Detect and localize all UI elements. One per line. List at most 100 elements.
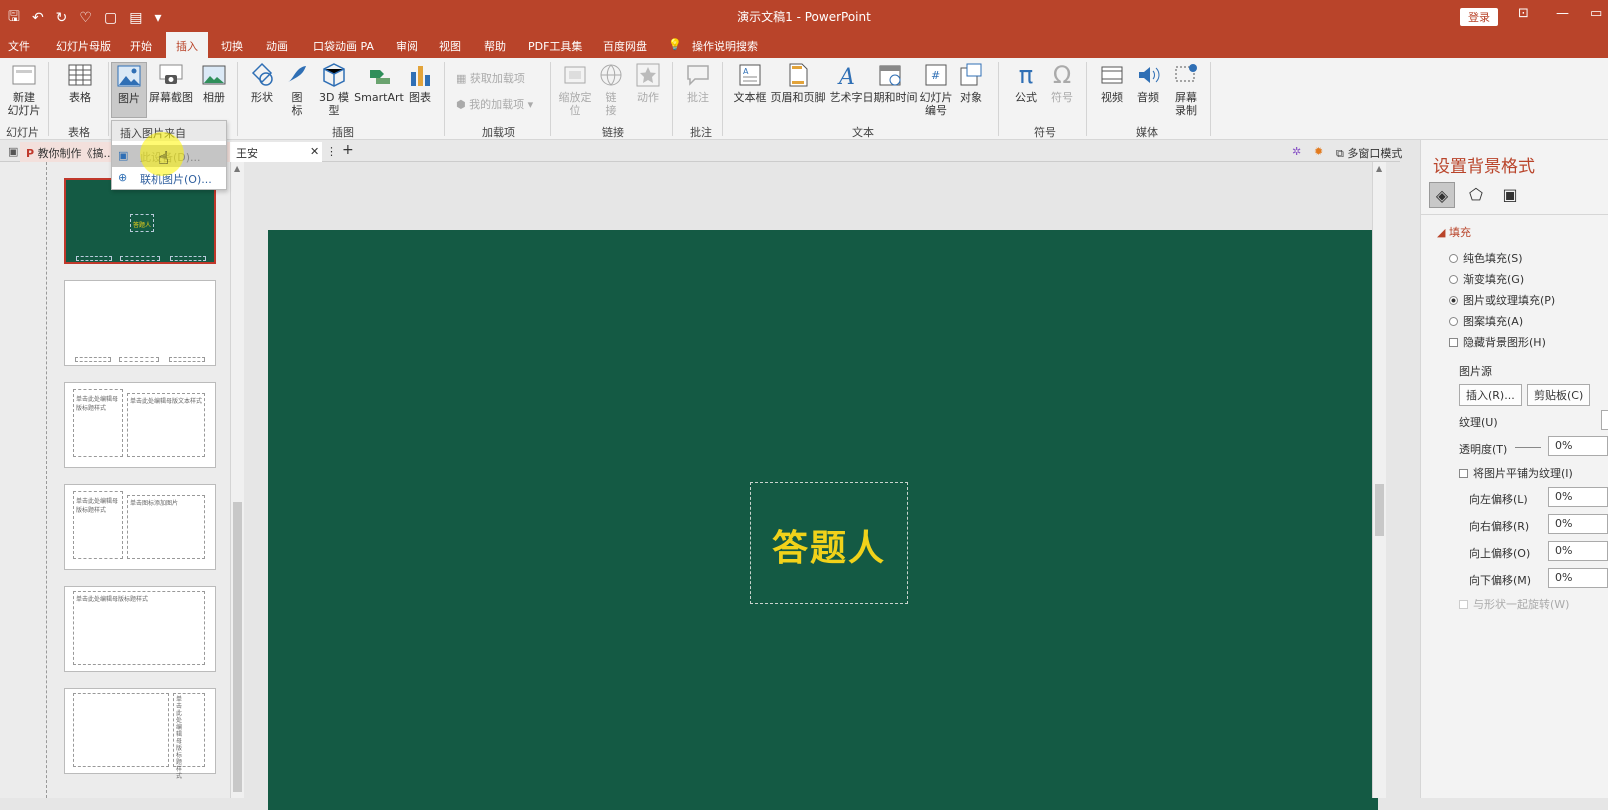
scrollbar-thumb[interactable] (1375, 484, 1384, 536)
textbox-button[interactable]: A 文本框 (732, 62, 768, 104)
group-separator (48, 62, 49, 136)
equation-button[interactable]: π 公式 (1010, 62, 1042, 104)
offset-right-input[interactable]: 0% (1548, 514, 1608, 534)
picture-fill-radio[interactable]: 图片或纹理填充(P) (1449, 292, 1555, 308)
wordart-button[interactable]: A 艺术字 (828, 62, 864, 104)
chart-button[interactable]: 图表 (406, 62, 434, 104)
speaker-icon (1139, 67, 1160, 83)
pattern-fill-radio[interactable]: 图案填充(A) (1449, 313, 1523, 329)
insert-picture-button[interactable]: 插入(R)... (1459, 384, 1522, 406)
offset-bottom-input[interactable]: 0% (1548, 568, 1608, 588)
group-label-media: 媒体 (1136, 126, 1158, 139)
fill-icon[interactable]: ◈ (1429, 182, 1455, 208)
picture-button[interactable]: 图片 (111, 62, 147, 118)
slide-number-button[interactable]: # 幻灯片 编号 (918, 62, 954, 117)
scrollbar-thumb[interactable] (233, 502, 242, 792)
picture-settings-icon[interactable]: ▣ (1497, 182, 1523, 208)
scroll-up-icon[interactable]: ▲ (1376, 164, 1382, 173)
group-separator (444, 62, 445, 136)
smartart-button[interactable]: SmartArt (354, 62, 404, 104)
thumbnail-placeholder (119, 357, 159, 362)
pane-divider (1421, 214, 1608, 215)
new-slide-button[interactable]: 新建 幻灯片 (4, 62, 44, 117)
object-button[interactable]: 对象 (956, 62, 986, 104)
screenshot-button[interactable]: 屏幕截图 (148, 62, 194, 104)
maximize-icon[interactable]: ▭ (1590, 6, 1602, 21)
gradient-fill-radio[interactable]: 渐变填充(G) (1449, 271, 1524, 287)
symbol-button[interactable]: Ω 符号 (1046, 62, 1078, 104)
group-label-symbols: 符号 (1034, 126, 1056, 139)
settings-gear-icon[interactable]: ✹ (1308, 142, 1329, 162)
tab-pocket-animation[interactable]: 口袋动画 PA (313, 36, 374, 56)
tell-me-search[interactable]: 操作说明搜索 (692, 36, 758, 56)
transparency-input[interactable]: 0% (1548, 436, 1608, 456)
my-addins-button[interactable]: ⬢ 我的加载项 ▾ (456, 96, 533, 112)
slide-thumbnail-6[interactable]: 单击此处编辑母版标题样式 (64, 688, 216, 780)
tab-home[interactable]: 开始 (130, 36, 152, 56)
tab-help[interactable]: 帮助 (484, 36, 506, 56)
video-button[interactable]: 视频 (1096, 62, 1128, 104)
new-tab-icon[interactable]: + (336, 142, 360, 162)
zoom-icon (564, 66, 586, 84)
film-icon (1101, 66, 1123, 84)
mouse-pointer-icon: ☝ (158, 148, 169, 169)
thumbnail-scrollbar[interactable]: ▲ (230, 162, 244, 798)
bookmark-icon[interactable]: ✲ (1286, 142, 1307, 162)
slide-thumbnail-1[interactable]: 答题人 (64, 178, 216, 264)
texture-picker[interactable] (1601, 410, 1608, 430)
date-time-button[interactable]: 日期和时间 (862, 62, 918, 104)
fill-section-header[interactable]: ◢ 填充 (1437, 224, 1471, 240)
group-label-table: 表格 (68, 126, 90, 139)
slide-thumbnail-2[interactable] (64, 280, 216, 366)
group-separator (672, 62, 673, 136)
tab-transitions[interactable]: 切换 (221, 36, 243, 56)
tab-baidu-netdisk[interactable]: 百度网盘 (603, 36, 647, 56)
device-picture-icon: ▣ (118, 149, 129, 162)
tab-file[interactable]: 文件 (8, 36, 30, 56)
slide-thumbnail-3[interactable]: 单击此处编辑母版标题样式 单击此处编辑母版文本样式 (64, 382, 216, 468)
slide-thumbnail-panel: 答题人 单击此处编辑母版标题样式 单击此处编辑母版文本样式 单击此处编辑母版标题… (0, 162, 244, 798)
title-placeholder[interactable]: 答题人 (750, 482, 908, 604)
solid-fill-radio[interactable]: 纯色填充(S) (1449, 250, 1523, 266)
slide-thumbnail-5[interactable]: 单击此处编辑母版标题样式 (64, 586, 216, 672)
screen-record-button[interactable]: 屏幕 录制 (1170, 62, 1202, 117)
get-addins-button[interactable]: ▦ 获取加载项 (456, 70, 525, 86)
tab-review[interactable]: 审阅 (396, 36, 418, 56)
tab-animations[interactable]: 动画 (266, 36, 288, 56)
tile-checkbox[interactable]: 将图片平铺为纹理(I) (1459, 465, 1573, 481)
comment-button[interactable]: 批注 (680, 62, 716, 104)
icons-button[interactable]: 图 标 (284, 62, 310, 117)
tab-insert[interactable]: 插入 (166, 32, 208, 58)
effects-icon[interactable]: ⬠ (1463, 182, 1489, 208)
scroll-up-icon[interactable]: ▲ (234, 164, 240, 173)
picture-source-label: 图片源 (1459, 365, 1492, 378)
offset-top-input[interactable]: 0% (1548, 541, 1608, 561)
multi-window-button[interactable]: ⧉ 多窗口模式 (1330, 142, 1408, 162)
ribbon-display-icon[interactable]: ⊡ (1518, 6, 1529, 21)
audio-button[interactable]: 音频 (1132, 62, 1164, 104)
action-button[interactable]: 动作 (632, 62, 664, 104)
photo-album-button[interactable]: 相册 (198, 62, 230, 104)
tab-pdf-tools[interactable]: PDF工具集 (528, 36, 582, 56)
header-footer-button[interactable]: 页眉和页脚 (770, 62, 826, 104)
star-icon (636, 63, 660, 87)
canvas-scrollbar[interactable]: ▲ (1372, 162, 1386, 798)
slide-thumbnail-4[interactable]: 单击此处编辑母版标题样式 单击图标添加图片 (64, 484, 216, 570)
tab-view[interactable]: 视图 (439, 36, 461, 56)
minimize-icon[interactable]: — (1556, 6, 1569, 21)
login-button[interactable]: 登录 (1460, 8, 1498, 26)
transparency-slider[interactable] (1515, 447, 1541, 448)
hide-background-checkbox[interactable]: 隐藏背景图形(H) (1449, 334, 1546, 350)
clipboard-button[interactable]: 剪贴板(C) (1527, 384, 1591, 406)
3d-models-button[interactable]: 3D 模 型 (318, 62, 350, 117)
ribbon-insert: 新建 幻灯片 表格 图片 屏幕截图 相册 形状 图 标 3D 模 型 Smart… (0, 58, 1608, 140)
table-button[interactable]: 表格 (62, 62, 98, 104)
zoom-button[interactable]: 缩放定 位 (556, 62, 594, 117)
link-button[interactable]: 链 接 (598, 62, 624, 117)
smartart-icon (370, 70, 390, 84)
tab-slide-master[interactable]: 幻灯片母版 (56, 36, 111, 56)
offset-left-input[interactable]: 0% (1548, 487, 1608, 507)
shapes-button[interactable]: 形状 (246, 62, 278, 104)
slide[interactable]: 答题人 (268, 230, 1378, 810)
rotate-with-shape-checkbox[interactable]: 与形状一起旋转(W) (1459, 596, 1569, 612)
